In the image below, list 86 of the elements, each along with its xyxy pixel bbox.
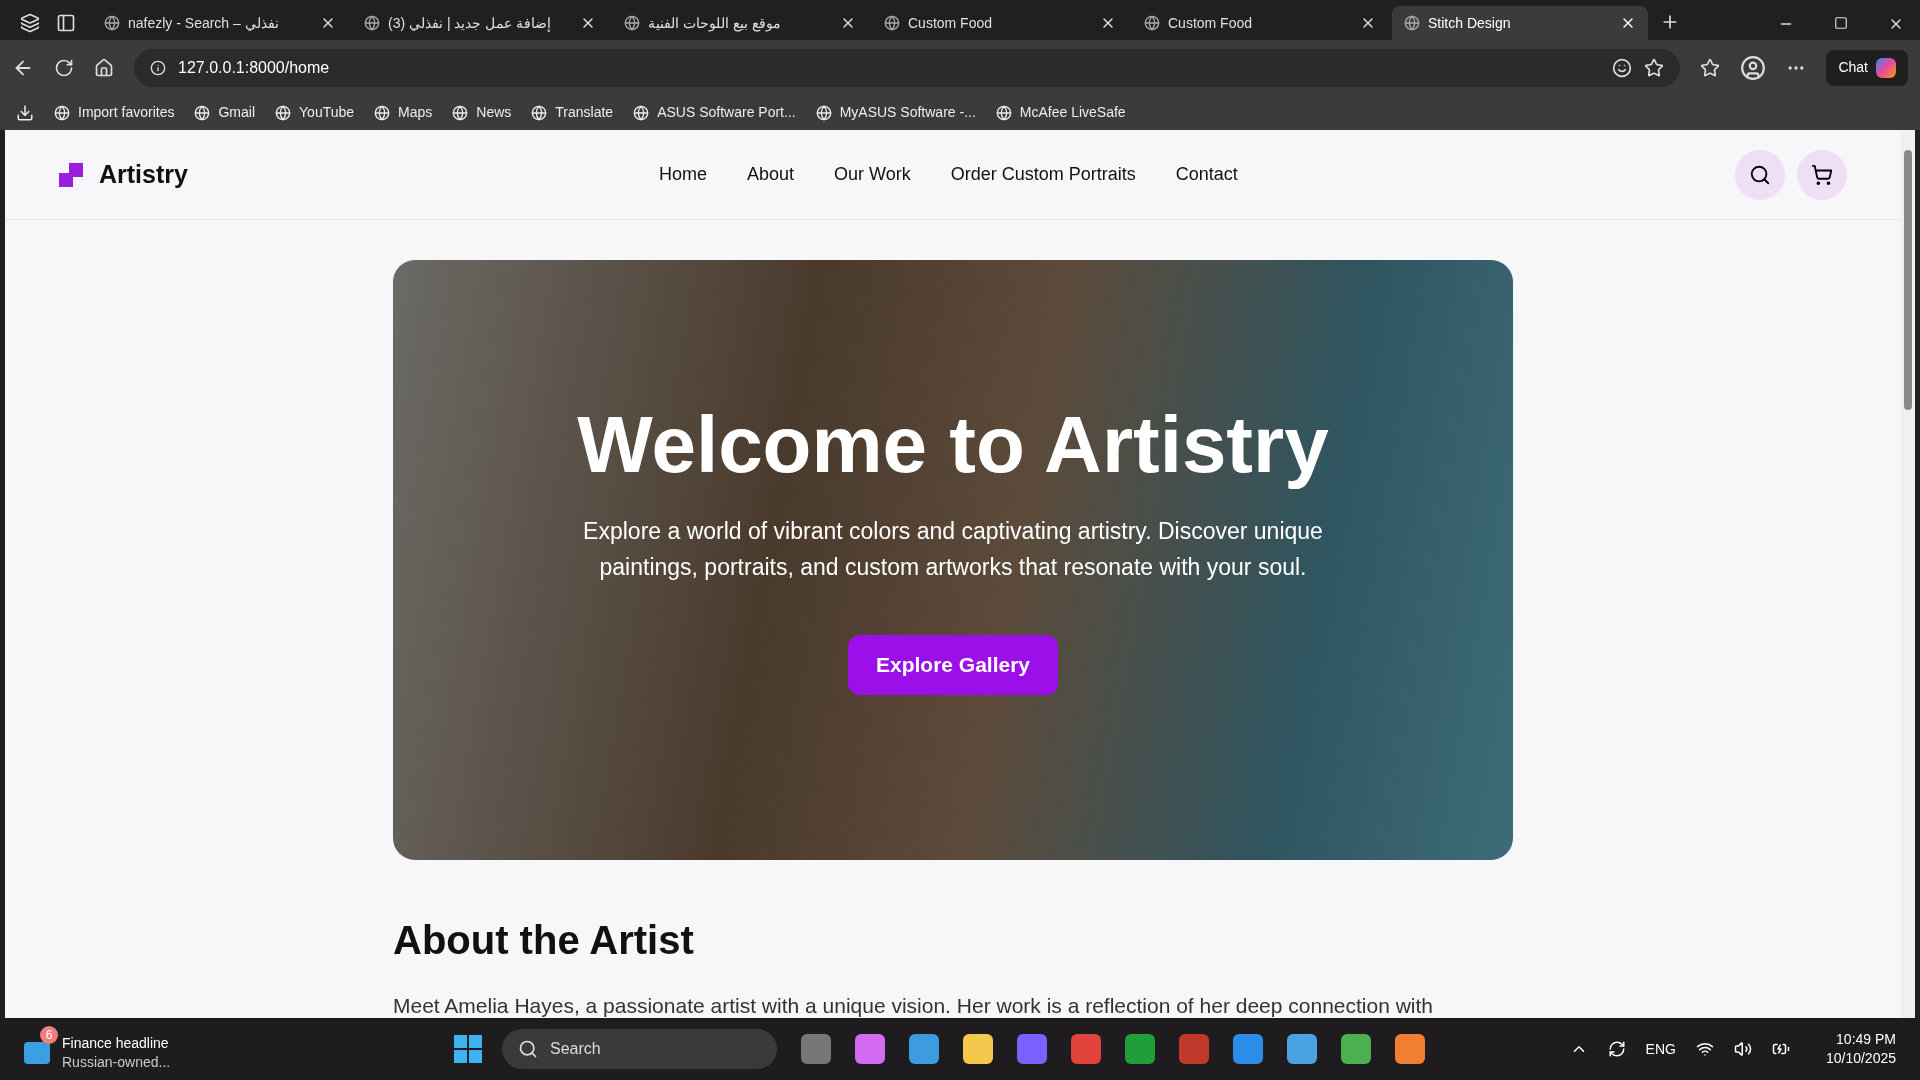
nav-link[interactable]: About [747,161,795,188]
app-icon[interactable] [855,1034,885,1064]
url-text: 127.0.0.1:8000/home [178,57,331,78]
globe-icon [104,15,120,31]
bookmark-item[interactable]: Translate [531,102,614,123]
browser-tab[interactable]: (3) إضافة عمل جديد | نفذلي [352,6,608,40]
bookmark-item[interactable]: Import favorites [54,102,175,123]
cart-icon [1811,163,1833,186]
favorites-icon[interactable] [1700,57,1721,78]
nav-link[interactable]: Order Custom Portraits [950,161,1136,188]
bookmark-item[interactable]: Maps [374,102,433,123]
cart-button[interactable] [1797,149,1847,200]
app-icon[interactable] [909,1034,939,1064]
app-icon[interactable] [1125,1034,1155,1064]
clock[interactable]: 10:49 PM 10/10/2025 [1825,1030,1896,1068]
reload-icon[interactable] [54,57,74,78]
sync-icon[interactable] [1607,1040,1626,1058]
address-bar[interactable]: 127.0.0.1:8000/home [134,48,1681,87]
globe-icon [815,104,832,121]
tab-panel-icon[interactable] [56,13,76,33]
tab-title: موقع بيع اللوحات الفنية [648,13,782,34]
globe-icon [531,104,548,121]
app-icon[interactable] [1233,1034,1263,1064]
tab-title: nafezly - Search – نفذلي [128,13,280,33]
copilot-icon [1876,57,1896,78]
globe-icon [1404,15,1420,31]
browser-tab[interactable]: Custom Food [872,6,1128,40]
nav-link[interactable]: Home [659,161,707,188]
globe-icon [54,104,70,121]
language-indicator[interactable]: ENG [1645,1038,1676,1060]
globe-icon [275,104,292,121]
tab-title: (3) إضافة عمل جديد | نفذلي [388,13,553,34]
wifi-icon[interactable] [1695,1040,1714,1058]
chat-button[interactable]: Chat [1826,49,1908,86]
tab-title: Stitch Design [1428,13,1512,33]
tab-title: Custom Food [908,13,994,33]
globe-icon [1144,15,1160,31]
browser-tab[interactable]: موقع بيع اللوحات الفنية [612,6,868,40]
about-text: Meet Amelia Hayes, a passionate artist with a unique vision. Her work is a reflection of her deep connection with [393,993,1435,1018]
globe-icon [633,104,650,121]
nav-link[interactable]: Contact [1175,161,1238,188]
news-widget[interactable]: 6 Finance headline Russian-owned... [24,1026,454,1072]
favorite-icon[interactable] [1644,57,1665,78]
volume-icon[interactable] [1733,1040,1752,1058]
globe-icon [884,15,900,31]
globe-icon [624,15,640,31]
windows-start-icon[interactable] [454,1035,482,1063]
workspaces-icon[interactable] [20,13,40,33]
globe-icon [995,104,1012,121]
bookmark-item[interactable]: MyASUS Software -... [815,102,976,123]
tab-title: Custom Food [1168,13,1254,33]
app-icon[interactable] [1341,1034,1371,1064]
bookmark-item[interactable]: ASUS Software Port... [633,102,796,123]
search-icon [518,1039,538,1059]
news-subtitle: Russian-owned... [62,1053,171,1072]
browser-tab[interactable]: Stitch Design [1392,6,1648,40]
notification-badge: 6 [40,1026,58,1044]
browser-tab[interactable]: nafezly - Search – نفذلي [92,6,348,40]
hero-title: Welcome to Artistry [577,399,1329,491]
home-icon[interactable] [94,57,114,78]
logo-icon [59,162,83,187]
search-icon [1749,163,1771,186]
profile-icon[interactable] [1740,54,1767,81]
explore-gallery-button[interactable]: Explore Gallery [847,635,1059,695]
info-icon [150,59,166,76]
search-button[interactable] [1735,149,1785,200]
maximize-icon[interactable] [1834,16,1848,30]
bookmark-item[interactable]: YouTube [275,102,355,123]
taskbar-search[interactable]: Search [502,1029,777,1069]
scrollbar[interactable] [1901,130,1915,1018]
nav-link[interactable]: Our Work [834,161,911,188]
globe-icon [194,104,211,121]
section-heading: About the Artist [393,917,695,964]
app-icon[interactable] [1395,1034,1425,1064]
globe-icon [364,15,380,31]
globe-icon [452,104,469,121]
bookmark-item[interactable]: McAfee LiveSafe [995,102,1126,123]
brand-name: Artistry [99,158,188,190]
browser-tab[interactable]: Custom Food [1132,6,1388,40]
hero-subtitle: Explore a world of vibrant colors and captivating artistry. Discover unique paintings, portraits, and custom artworks that resonate with your soul. [582,517,1324,582]
bookmark-item[interactable]: News [452,102,512,123]
globe-icon [374,104,391,121]
app-icon[interactable] [963,1034,993,1064]
bookmark-item[interactable]: Gmail [194,102,256,123]
news-title: Finance headline [62,1034,170,1053]
app-icon[interactable] [1287,1034,1317,1064]
